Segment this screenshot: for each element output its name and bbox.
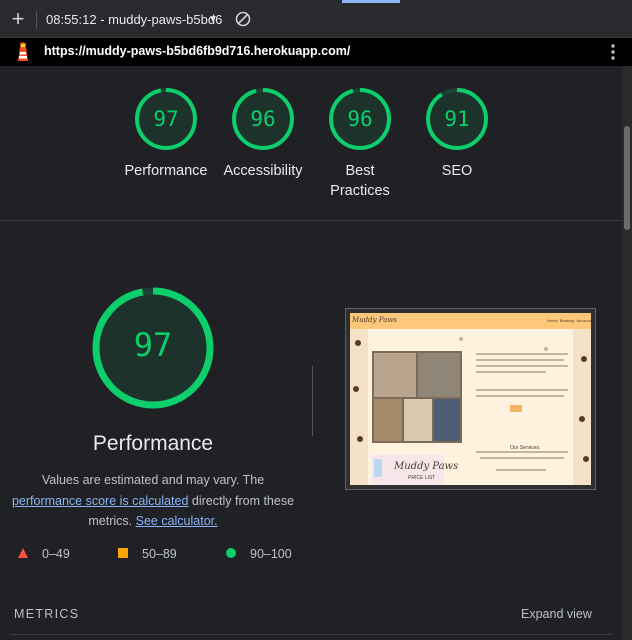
metrics-divider [10,634,612,635]
metrics-heading: METRICS [14,607,80,621]
gauge-best-practices[interactable]: 96 [328,87,392,151]
screenshot-nav: Home Booking Account [547,318,591,323]
page-url[interactable]: https://muddy-paws-b5bd6fb9d716.herokuap… [44,44,350,58]
scrollbar-thumb[interactable] [624,126,630,230]
circle-icon [226,548,236,558]
screenshot-nav-item: Booking [559,318,575,323]
gauge-score: 96 [347,107,373,131]
gauge-score: 97 [153,107,179,131]
gauge-label-performance[interactable]: Performance [111,161,221,181]
active-tab-indicator [342,0,400,3]
gauge-accessibility[interactable]: 96 [231,87,295,151]
section-divider [0,220,622,221]
desc-text: Values are estimated and may vary. The [41,473,265,487]
performance-title: Performance [92,432,214,455]
more-vert-icon[interactable] [606,42,620,62]
screenshot-card-title: Muddy Paws [394,461,459,472]
gauge-performance[interactable]: 97 [134,87,198,151]
expand-view-toggle[interactable]: Expand view [521,607,592,621]
vertical-divider [312,366,313,436]
main-score: 97 [133,326,173,364]
screenshot-nav-item: Home [547,318,558,323]
gauge-label-accessibility[interactable]: Accessibility [208,161,318,181]
screenshot-services-heading: Our Services: [510,445,541,451]
legend-label: 50–89 [142,547,177,561]
lighthouse-icon [18,42,28,61]
gauge-score: 91 [444,107,470,131]
clear-block-icon[interactable] [235,11,251,27]
toolbar-divider [36,11,37,29]
screenshot-logo: Muddy Paws [352,316,397,324]
legend-label: 90–100 [250,547,292,561]
legend-label: 0–49 [42,547,70,561]
screenshot-nav-item: Account [576,318,591,323]
chevron-down-icon[interactable]: ▼ [208,14,218,25]
gauge-score: 96 [250,107,276,131]
gauge-label-best-practices[interactable]: Best Practices [318,161,402,201]
main-performance-gauge: 97 [91,286,215,410]
gauge-label-seo[interactable]: SEO [402,161,512,181]
performance-description: Values are estimated and may vary. The p… [10,470,296,532]
report-session-select[interactable]: 08:55:12 - muddy-paws-b5bd6 [46,12,222,27]
screenshot-card-subtitle: PRICE LIST [408,475,436,481]
square-icon [118,548,128,558]
report-scrollbar[interactable] [622,66,632,640]
score-calculated-link[interactable]: performance score is calculated [12,494,188,508]
new-report-button[interactable]: + [8,8,28,30]
see-calculator-link[interactable]: See calculator. [136,514,218,528]
url-bar: https://muddy-paws-b5bd6fb9d716.herokuap… [0,38,632,66]
final-screenshot[interactable]: Muddy Paws Home Booking Account Muddy Pa… [345,308,596,490]
gauge-seo[interactable]: 91 [425,87,489,151]
triangle-icon [18,548,28,558]
devtools-toolbar: + 08:55:12 - muddy-paws-b5bd6 ▼ [0,0,632,38]
